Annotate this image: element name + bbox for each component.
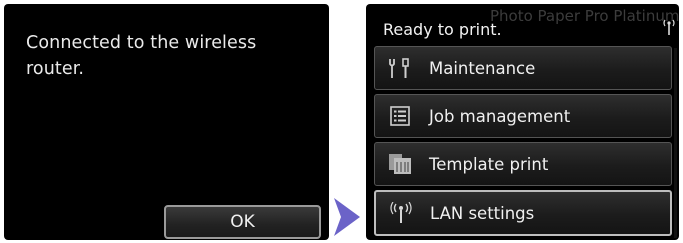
menu-item-label: Maintenance [429,58,536,78]
ok-button[interactable]: OK [164,205,321,239]
home-menu-screen: Photo Paper Pro Platinum Ready to print.… [366,4,679,240]
menu-item-lan-settings[interactable]: LAN settings [374,190,672,236]
menu-item-label: Template print [429,154,549,174]
menu-item-maintenance[interactable]: Maintenance [374,46,672,90]
status-text: Ready to print. [383,20,502,39]
next-arrow-icon [334,198,360,236]
template-icon [387,151,413,177]
list-icon [387,103,413,129]
menu-item-job-management[interactable]: Job management [374,94,672,138]
menu-item-template-print[interactable]: Template print [374,142,672,186]
wireless-signal-icon [663,19,675,35]
maintenance-tools-icon [387,55,413,81]
wireless-lan-icon [388,200,414,226]
scrollbar-track [674,48,677,238]
menu-item-label: LAN settings [430,203,535,223]
connection-message: Connected to the wireless router. [26,33,257,79]
menu-item-label: Job management [429,106,571,126]
background-paper-label: Photo Paper Pro Platinum [490,7,679,25]
instruction-figure: Connected to the wireless router. OK Pho… [0,0,683,243]
confirmation-screen: Connected to the wireless router. OK [4,4,329,240]
